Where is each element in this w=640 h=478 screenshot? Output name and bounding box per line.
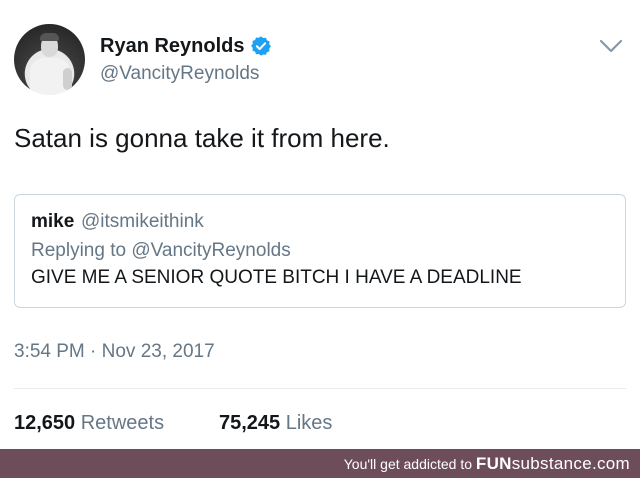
- tweet-timestamp[interactable]: 3:54 PM · Nov 23, 2017: [14, 340, 215, 364]
- author-handle[interactable]: @VancityReynolds: [100, 62, 259, 86]
- divider: [14, 388, 626, 389]
- quoted-author-handle: @itsmikeithink: [81, 211, 204, 232]
- retweets-label: Retweets: [80, 412, 165, 434]
- watermark-brand-fun: FUN: [475, 454, 512, 473]
- tweet-text: Satan is gonna take it from here.: [14, 123, 390, 153]
- watermark-text: You'll get addicted to FUNsubstance.com: [344, 455, 630, 473]
- author-display-name[interactable]: Ryan Reynolds: [100, 34, 244, 58]
- watermark-brand-rest: substance.com: [511, 454, 630, 473]
- retweets-count: 12,650: [14, 412, 76, 434]
- quoted-tweet-text: GIVE ME A SENIOR QUOTE BITCH I HAVE A DE…: [31, 267, 522, 288]
- watermark-footer: You'll get addicted to FUNsubstance.com: [0, 449, 640, 478]
- likes-stat[interactable]: 75,245 Likes: [219, 410, 332, 436]
- likes-label: Likes: [285, 412, 333, 434]
- quoted-tweet[interactable]: mike @itsmikeithink Replying to @Vancity…: [14, 194, 626, 308]
- quoted-author-name: mike: [31, 211, 75, 232]
- avatar-arm: [63, 68, 72, 90]
- watermark-prefix: You'll get addicted to: [343, 456, 473, 472]
- retweets-stat[interactable]: 12,650 Retweets: [14, 410, 164, 436]
- watermark-brand: FUNsubstance.com: [476, 454, 630, 473]
- avatar[interactable]: [14, 24, 85, 95]
- avatar-hair: [40, 33, 59, 41]
- quoted-replying-to: Replying to @VancityReynolds: [31, 240, 291, 261]
- verified-badge-icon: [251, 36, 271, 56]
- chevron-down-icon[interactable]: [599, 38, 623, 54]
- likes-count: 75,245: [219, 412, 281, 434]
- tweet-card: Ryan Reynolds @VancityReynolds Satan is …: [0, 0, 640, 449]
